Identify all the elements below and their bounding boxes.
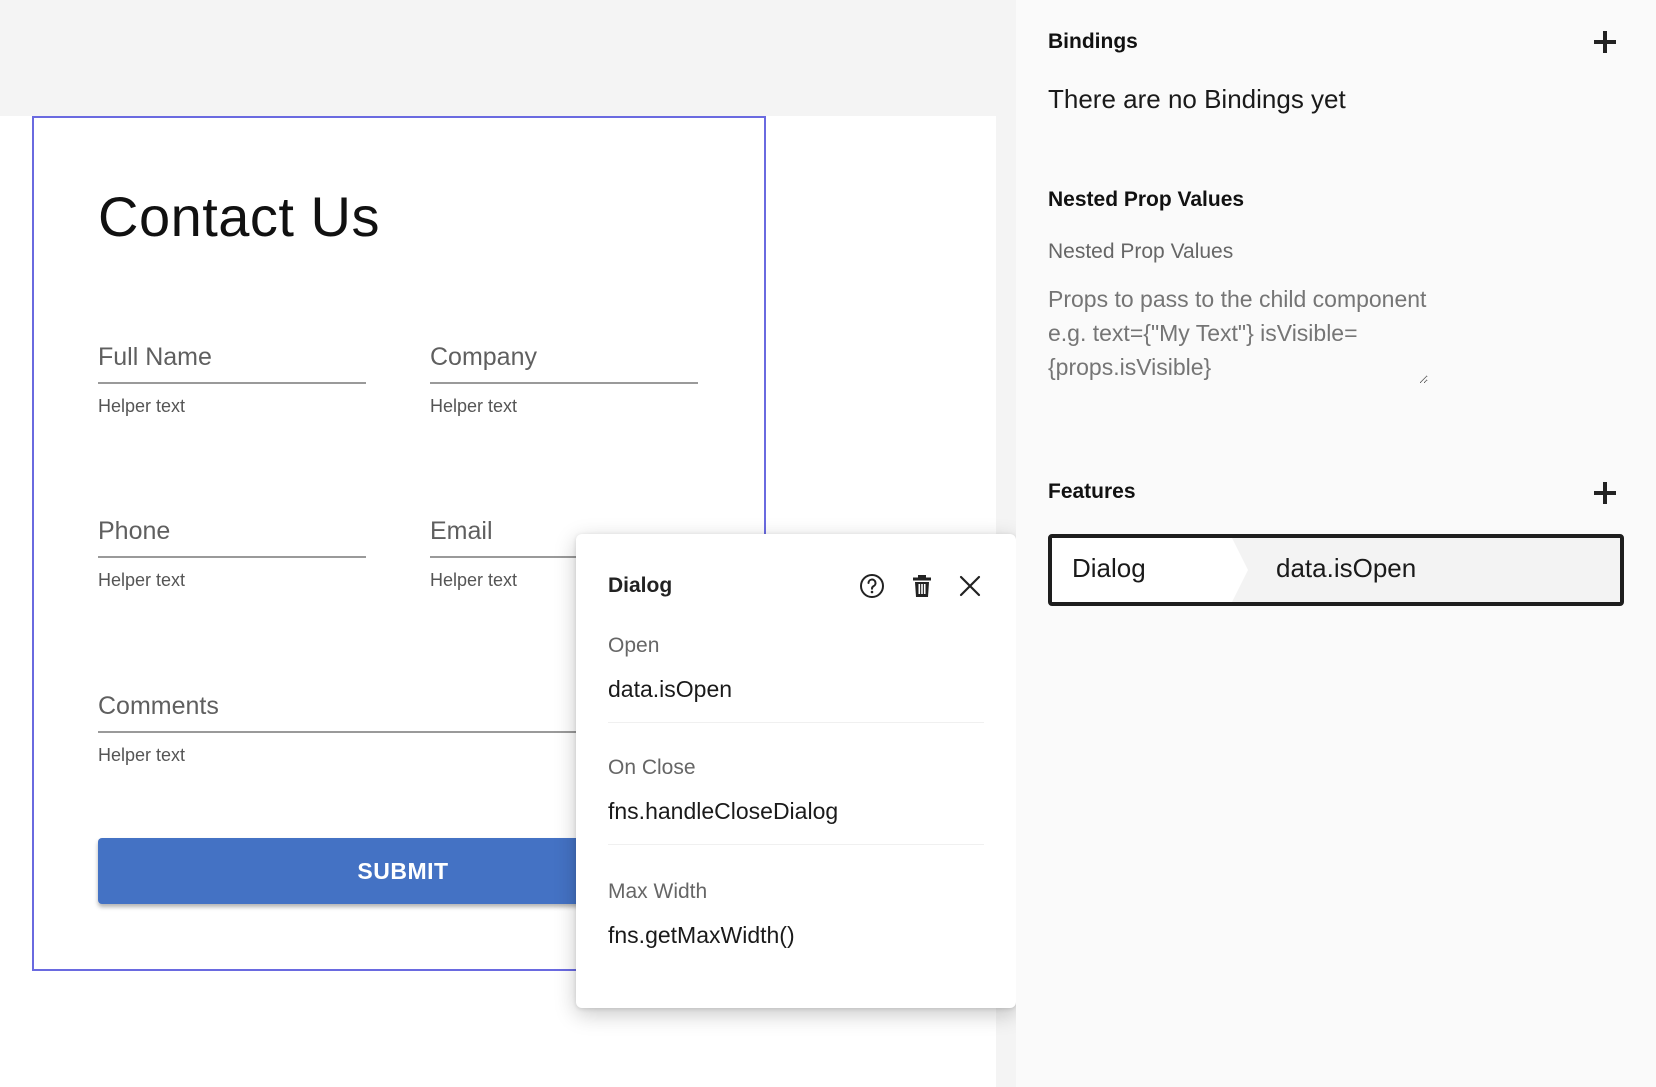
prop-label: Open — [608, 634, 660, 657]
feature-value: data.isOpen — [1276, 553, 1417, 583]
dialog-props-popover: Dialog Open data.isOpen On Close fns.han… — [576, 534, 1016, 1008]
prop-label: Max Width — [608, 880, 708, 903]
divider — [608, 722, 984, 723]
field-helper: Helper text — [98, 396, 186, 416]
prop-label: On Close — [608, 756, 696, 779]
prop-value: data.isOpen — [608, 676, 733, 702]
full-name-field[interactable]: Full Name Helper text — [98, 342, 366, 417]
feature-item-dialog[interactable]: Dialog data.isOpen — [1048, 534, 1624, 606]
form-title: Contact Us — [98, 185, 380, 248]
trash-icon[interactable] — [908, 572, 936, 600]
close-icon[interactable] — [956, 572, 984, 600]
bindings-empty-text: There are no Bindings yet — [1048, 84, 1346, 114]
nested-props-title: Nested Prop Values — [1048, 188, 1245, 211]
phone-field[interactable]: Phone Helper text — [98, 516, 366, 591]
design-canvas: Contact Us Full Name Helper text Company… — [0, 0, 1016, 1087]
prop-on-close[interactable]: On Close fns.handleCloseDialog — [608, 756, 984, 825]
feature-name: Dialog — [1072, 553, 1146, 583]
divider — [608, 844, 984, 845]
help-icon[interactable] — [858, 572, 886, 600]
company-field[interactable]: Company Helper text — [430, 342, 698, 417]
prop-value: fns.handleCloseDialog — [608, 798, 839, 824]
prop-max-width[interactable]: Max Width fns.getMaxWidth() — [608, 880, 984, 949]
nested-props-input[interactable] — [1048, 282, 1428, 384]
add-feature-plus-icon[interactable] — [1592, 480, 1618, 506]
field-label: Company — [430, 342, 698, 384]
field-helper: Helper text — [430, 396, 518, 416]
popover-title: Dialog — [608, 574, 673, 597]
field-label: Full Name — [98, 342, 366, 384]
bindings-title: Bindings — [1048, 30, 1138, 53]
prop-value: fns.getMaxWidth() — [608, 922, 795, 948]
prop-open[interactable]: Open data.isOpen — [608, 634, 984, 703]
nested-props-label: Nested Prop Values — [1048, 240, 1234, 263]
features-title: Features — [1048, 480, 1136, 503]
properties-panel: Bindings There are no Bindings yet Neste… — [1016, 0, 1656, 1087]
field-helper: Helper text — [98, 570, 186, 590]
add-binding-plus-icon[interactable] — [1592, 29, 1618, 55]
field-label: Phone — [98, 516, 366, 558]
